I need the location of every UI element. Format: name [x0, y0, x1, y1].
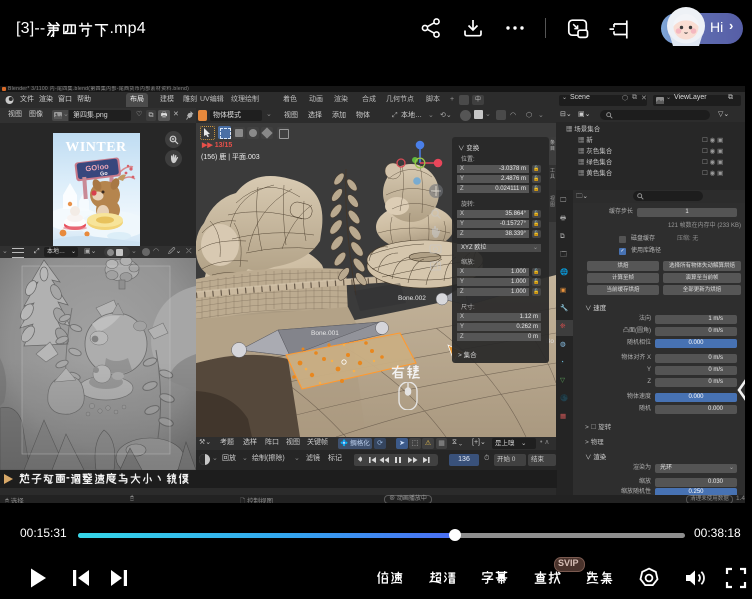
svg-text:Go: Go: [100, 171, 109, 178]
svg-text:Bone.001: Bone.001: [311, 330, 339, 337]
svg-text:Bone.002: Bone.002: [398, 295, 426, 302]
svg-text:WINTER: WINTER: [65, 140, 127, 155]
